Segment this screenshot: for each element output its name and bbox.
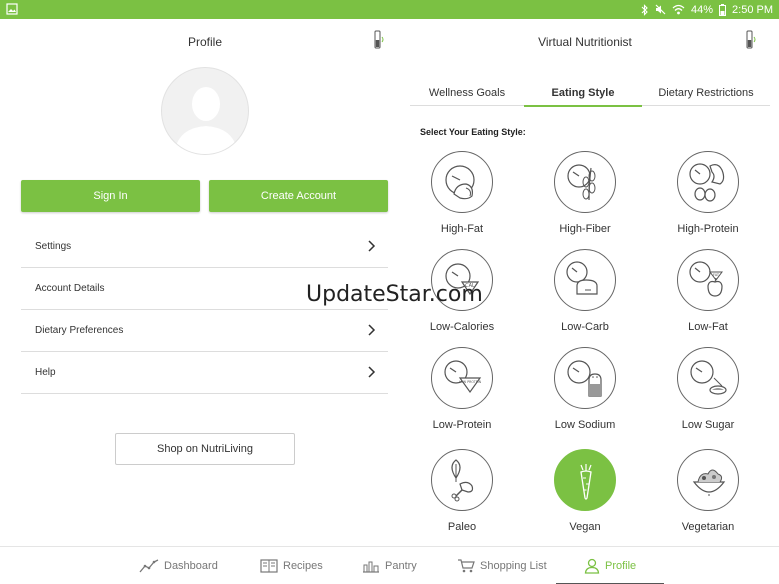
high-fat-icon bbox=[445, 165, 475, 200]
menu-item-settings[interactable]: Settings bbox=[21, 226, 388, 268]
page-title: Virtual Nutritionist bbox=[538, 35, 632, 49]
nav-pantry[interactable]: Pantry bbox=[362, 547, 417, 584]
style-option-high-fat[interactable]: High-Fat bbox=[410, 151, 514, 243]
nav-label: Profile bbox=[605, 560, 637, 572]
nav-profile[interactable]: Profile bbox=[555, 547, 665, 584]
low-sugar-icon bbox=[690, 360, 727, 395]
bluetooth-icon bbox=[641, 3, 648, 16]
high-protein-icon bbox=[689, 163, 725, 202]
pantry-icon bbox=[363, 561, 379, 573]
style-option-vegan[interactable]: Vegan bbox=[533, 449, 637, 541]
shop-nutriliving-button[interactable]: Shop on NutriLiving bbox=[115, 433, 295, 465]
nav-label: Pantry bbox=[385, 560, 417, 572]
tab-dietary-restrictions[interactable]: Dietary Restrictions bbox=[642, 79, 770, 106]
menu-item-label: Settings bbox=[35, 241, 72, 252]
bottom-navigation: Dashboard Recipes Pantry Shopping List P… bbox=[0, 546, 779, 584]
create-account-button[interactable]: Create Account bbox=[209, 180, 388, 212]
nav-dashboard[interactable]: Dashboard bbox=[139, 547, 218, 584]
style-label: Paleo bbox=[447, 521, 477, 533]
high-fiber-icon bbox=[567, 164, 596, 201]
style-label: Low-Protein bbox=[432, 419, 492, 431]
style-option-high-fiber[interactable]: High-Fiber bbox=[533, 151, 637, 243]
low-sodium-icon bbox=[567, 360, 602, 397]
low-carb-icon bbox=[566, 261, 598, 295]
style-label: High-Fiber bbox=[559, 223, 611, 235]
page-title: Profile bbox=[187, 35, 222, 49]
menu-item-label: Help bbox=[35, 367, 56, 378]
style-label: Vegetarian bbox=[681, 521, 735, 533]
wifi-icon bbox=[672, 4, 685, 15]
style-label: Vegan bbox=[569, 521, 601, 533]
menu-item-label: Dietary Preferences bbox=[35, 325, 124, 336]
style-label: Low-Fat bbox=[688, 321, 728, 333]
menu-item-dietary-preferences[interactable]: Dietary Preferences bbox=[21, 310, 388, 352]
vegetarian-icon bbox=[692, 469, 726, 496]
style-option-vegetarian[interactable]: Vegetarian bbox=[656, 449, 760, 541]
chevron-right-icon bbox=[368, 366, 376, 378]
style-label: Low Sugar bbox=[681, 419, 735, 431]
nav-label: Shopping List bbox=[480, 560, 547, 572]
shopping-list-icon bbox=[458, 559, 475, 573]
battery-percent: 44% bbox=[691, 3, 714, 16]
scale-connection-icon[interactable] bbox=[372, 29, 386, 51]
mute-icon bbox=[655, 4, 666, 15]
style-label: Low-Carb bbox=[561, 321, 609, 333]
low-fat-icon: FAT bbox=[689, 261, 723, 297]
avatar[interactable] bbox=[161, 67, 249, 155]
low-protein-icon: LOW PROTEIN bbox=[444, 360, 482, 394]
sign-in-button[interactable]: Sign In bbox=[21, 180, 200, 212]
style-label: Low-Calories bbox=[429, 321, 495, 333]
style-option-low-sodium[interactable]: Low Sodium bbox=[533, 347, 637, 439]
nav-label: Dashboard bbox=[164, 560, 218, 572]
menu-item-help[interactable]: Help bbox=[21, 352, 388, 394]
style-label: Low Sodium bbox=[554, 419, 616, 431]
profile-menu: Settings Account Details Dietary Prefere… bbox=[21, 226, 388, 394]
low-protein-badge-text: LOW PROTEIN bbox=[459, 380, 482, 384]
nav-label: Recipes bbox=[283, 560, 323, 572]
chevron-right-icon bbox=[368, 324, 376, 336]
recipes-icon bbox=[260, 559, 278, 573]
eating-tabs: Wellness Goals Eating Style Dietary Rest… bbox=[410, 79, 770, 107]
dashboard-icon bbox=[139, 559, 159, 573]
profile-icon bbox=[584, 558, 600, 574]
vegan-icon bbox=[580, 464, 592, 500]
battery-icon bbox=[719, 3, 727, 16]
gallery-notification-icon bbox=[6, 3, 18, 15]
watermark-text: UpdateStar.com bbox=[306, 282, 483, 307]
section-label: Select Your Eating Style: bbox=[420, 127, 526, 137]
style-option-low-fat[interactable]: FAT Low-Fat bbox=[656, 249, 760, 341]
avatar-silhouette-icon bbox=[174, 87, 238, 154]
nav-recipes[interactable]: Recipes bbox=[260, 547, 323, 584]
clock: 2:50 PM bbox=[732, 3, 773, 16]
style-option-low-protein[interactable]: LOW PROTEIN Low-Protein bbox=[410, 347, 514, 439]
tab-wellness-goals[interactable]: Wellness Goals bbox=[410, 79, 524, 106]
style-option-low-sugar[interactable]: Low Sugar bbox=[656, 347, 760, 439]
chevron-right-icon bbox=[368, 240, 376, 252]
status-bar: 44% 2:50 PM bbox=[0, 0, 779, 19]
menu-item-label: Account Details bbox=[35, 283, 105, 294]
paleo-icon bbox=[451, 459, 474, 502]
nav-shopping-list[interactable]: Shopping List bbox=[457, 547, 547, 584]
scale-connection-icon[interactable] bbox=[744, 29, 758, 51]
fat-badge-text: FAT bbox=[713, 273, 720, 277]
style-option-low-carb[interactable]: Low-Carb bbox=[533, 249, 637, 341]
style-option-high-protein[interactable]: High-Protein bbox=[656, 151, 760, 243]
style-label: High-Protein bbox=[677, 223, 739, 235]
tab-eating-style[interactable]: Eating Style bbox=[524, 79, 642, 107]
style-option-paleo[interactable]: Paleo bbox=[410, 449, 514, 541]
style-label: High-Fat bbox=[440, 223, 484, 235]
